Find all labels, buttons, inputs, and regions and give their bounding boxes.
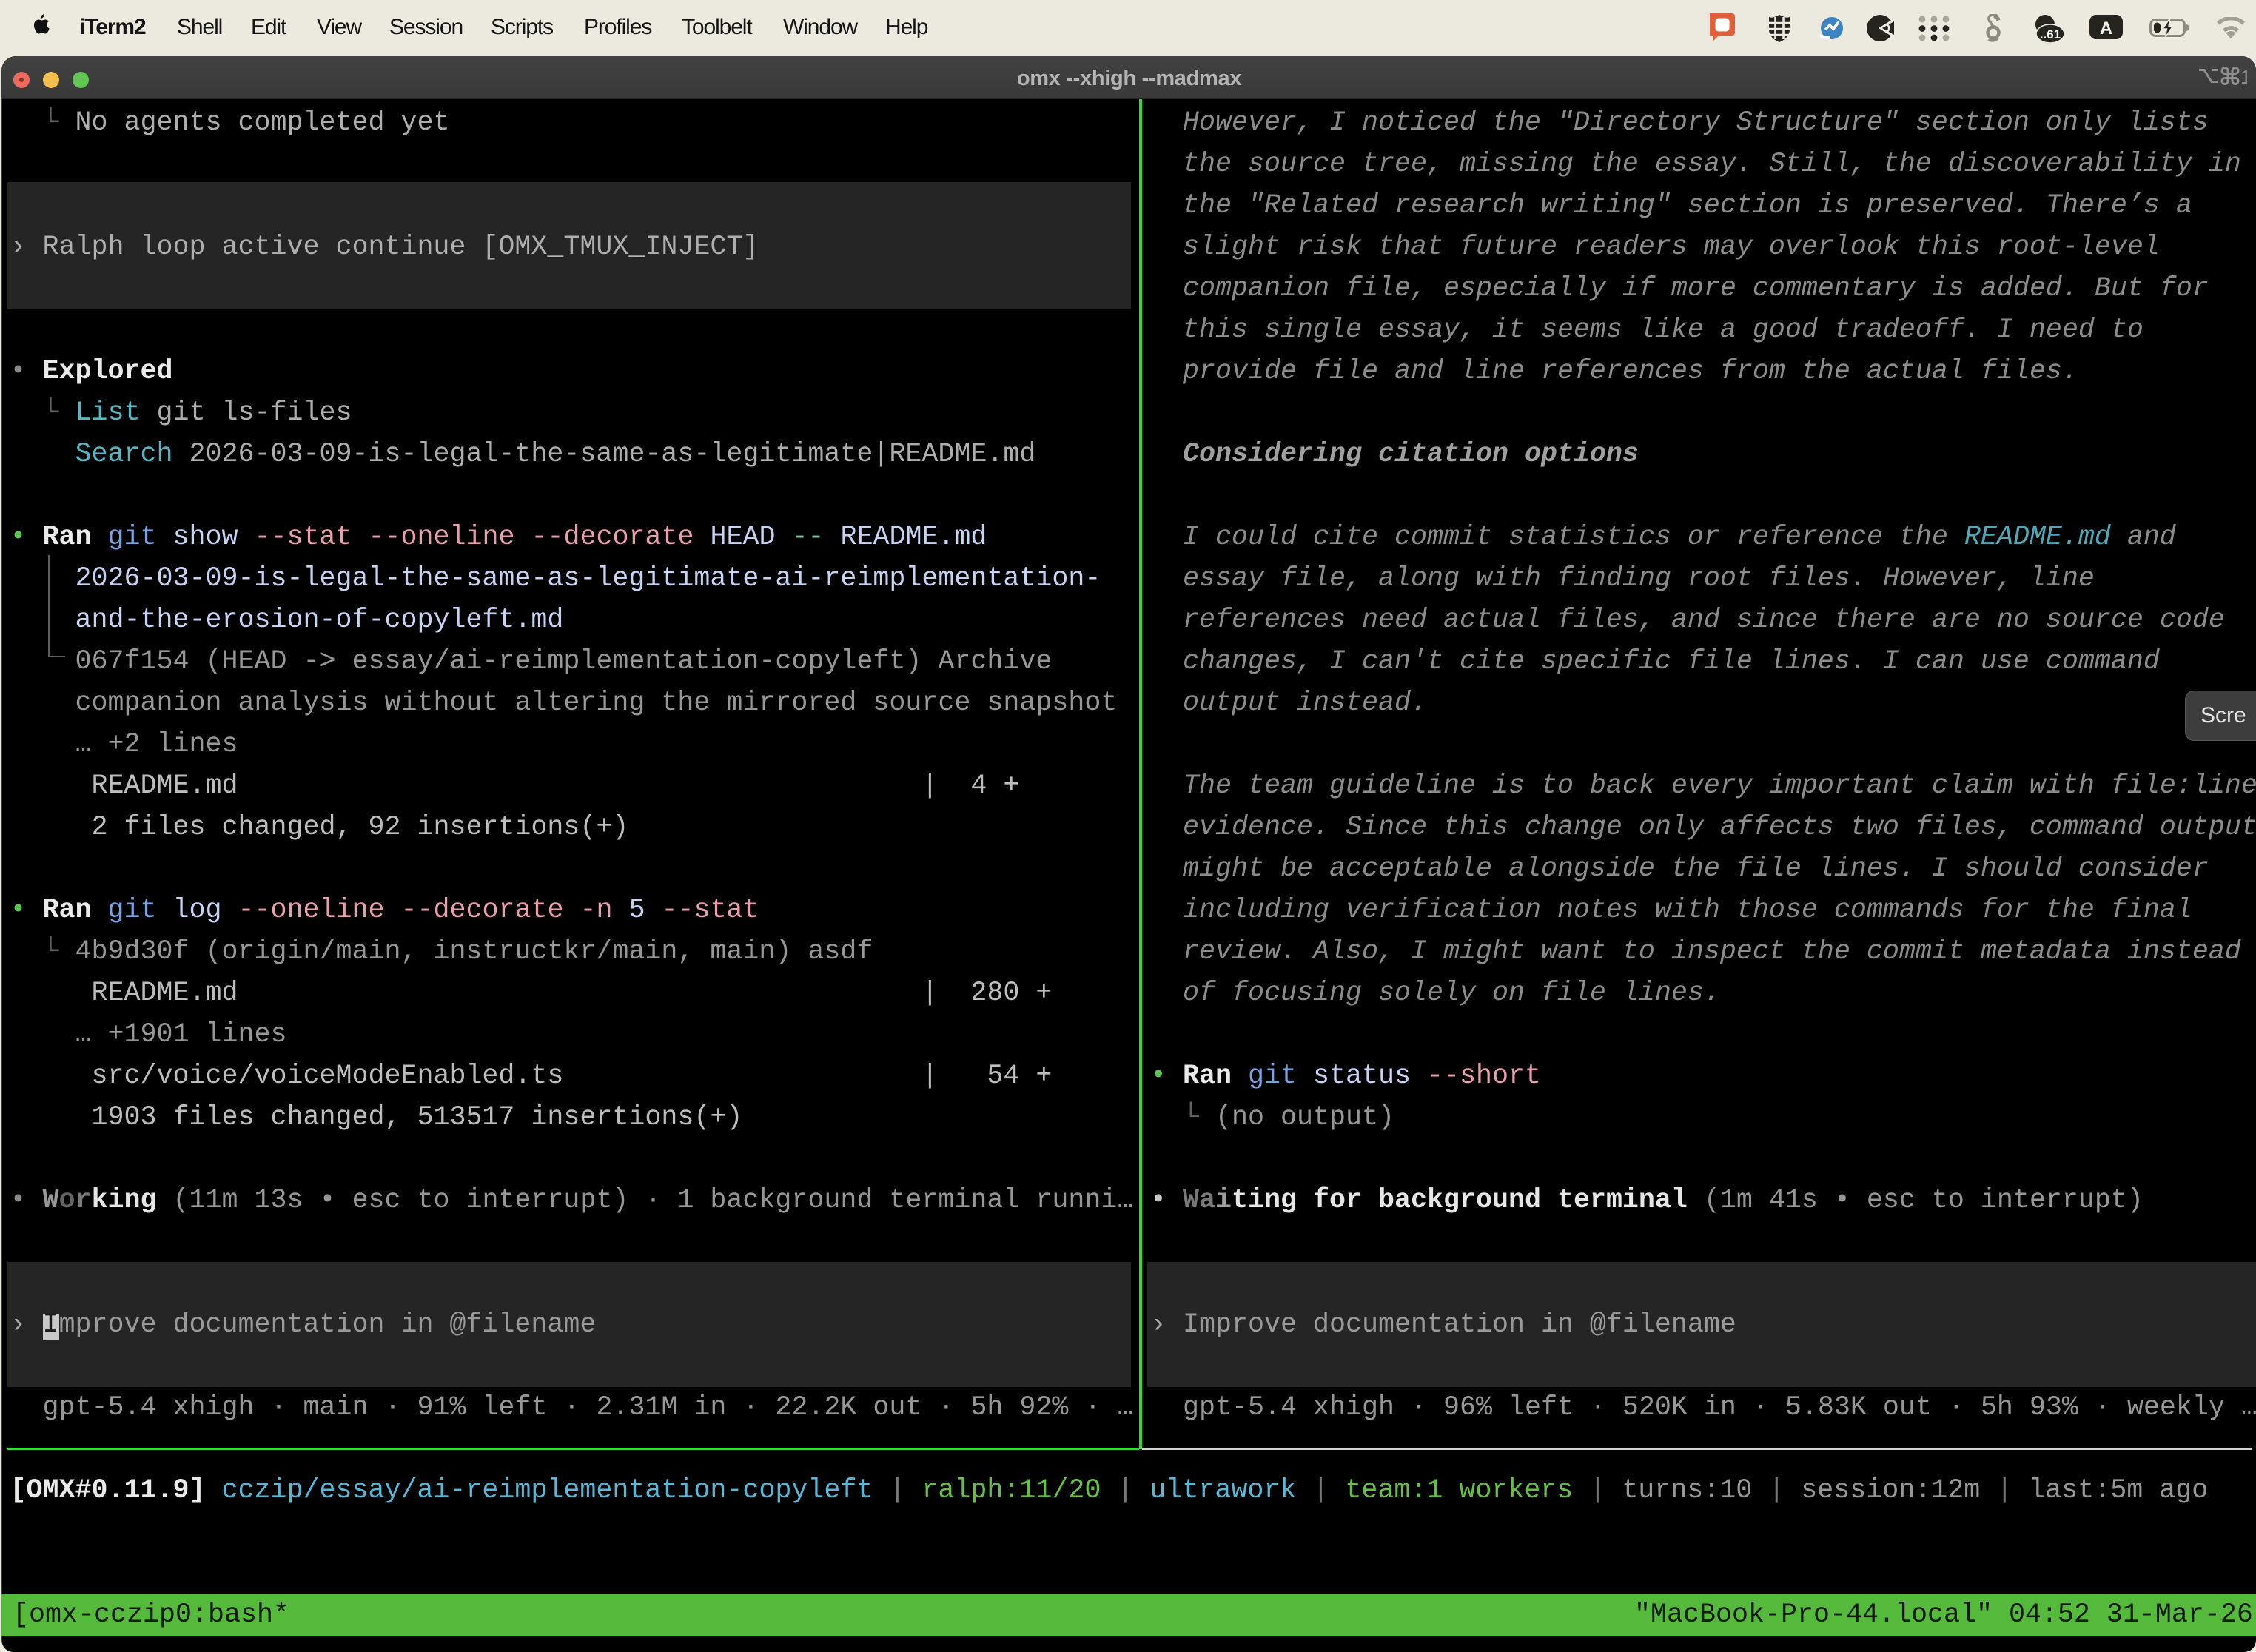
svg-text:..61: ..61 bbox=[2040, 27, 2061, 41]
svg-text:A: A bbox=[2100, 19, 2112, 38]
svg-text:1: 1 bbox=[2240, 67, 2247, 87]
